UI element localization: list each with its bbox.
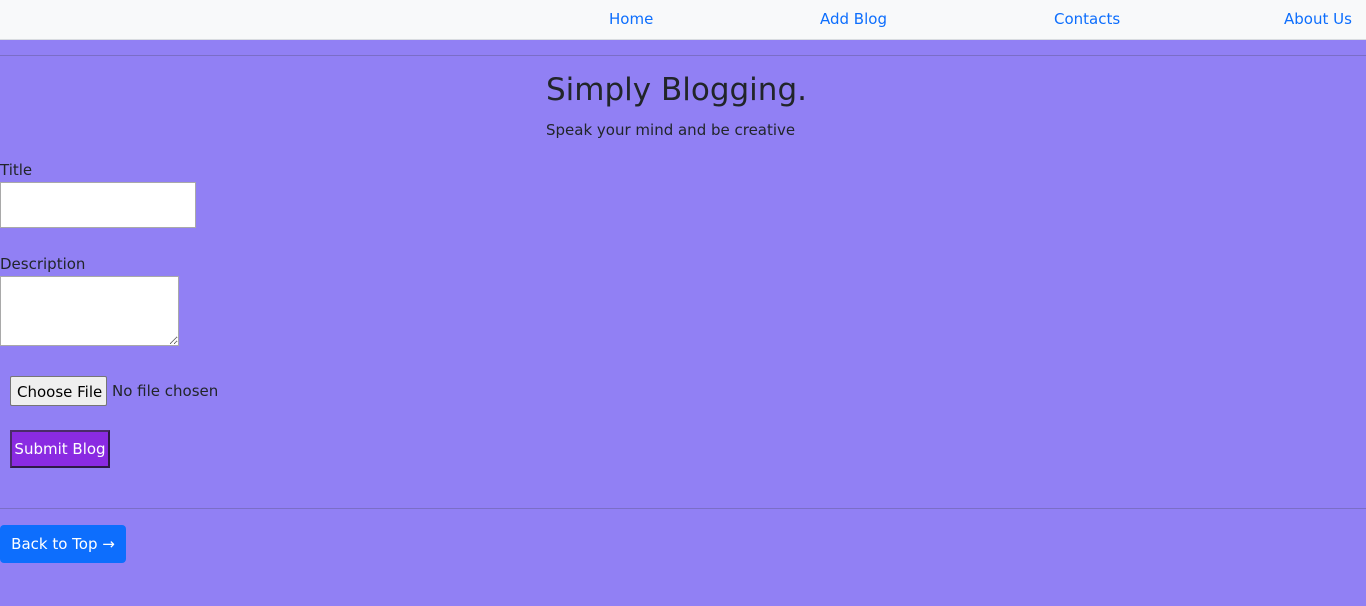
description-label: Description <box>0 255 86 273</box>
nav-link-contacts[interactable]: Contacts <box>1054 10 1120 28</box>
back-to-top-button[interactable]: Back to Top → <box>0 525 126 563</box>
top-navbar: Home Add Blog Contacts About Us <box>0 0 1366 40</box>
file-status-text: No file chosen <box>112 382 219 400</box>
page-subtitle: Speak your mind and be creative <box>546 121 796 139</box>
page-title: Simply Blogging. <box>546 72 807 108</box>
footer-divider <box>0 508 1366 509</box>
description-textarea[interactable] <box>0 276 179 346</box>
title-label: Title <box>0 161 33 179</box>
title-input[interactable] <box>0 182 196 228</box>
nav-link-home[interactable]: Home <box>609 10 653 28</box>
header-divider <box>0 55 1366 56</box>
nav-link-about-us[interactable]: About Us <box>1284 10 1352 28</box>
nav-link-add-blog[interactable]: Add Blog <box>820 10 887 28</box>
submit-blog-button[interactable]: Submit Blog <box>10 430 110 468</box>
choose-file-button[interactable]: Choose File <box>10 376 107 406</box>
